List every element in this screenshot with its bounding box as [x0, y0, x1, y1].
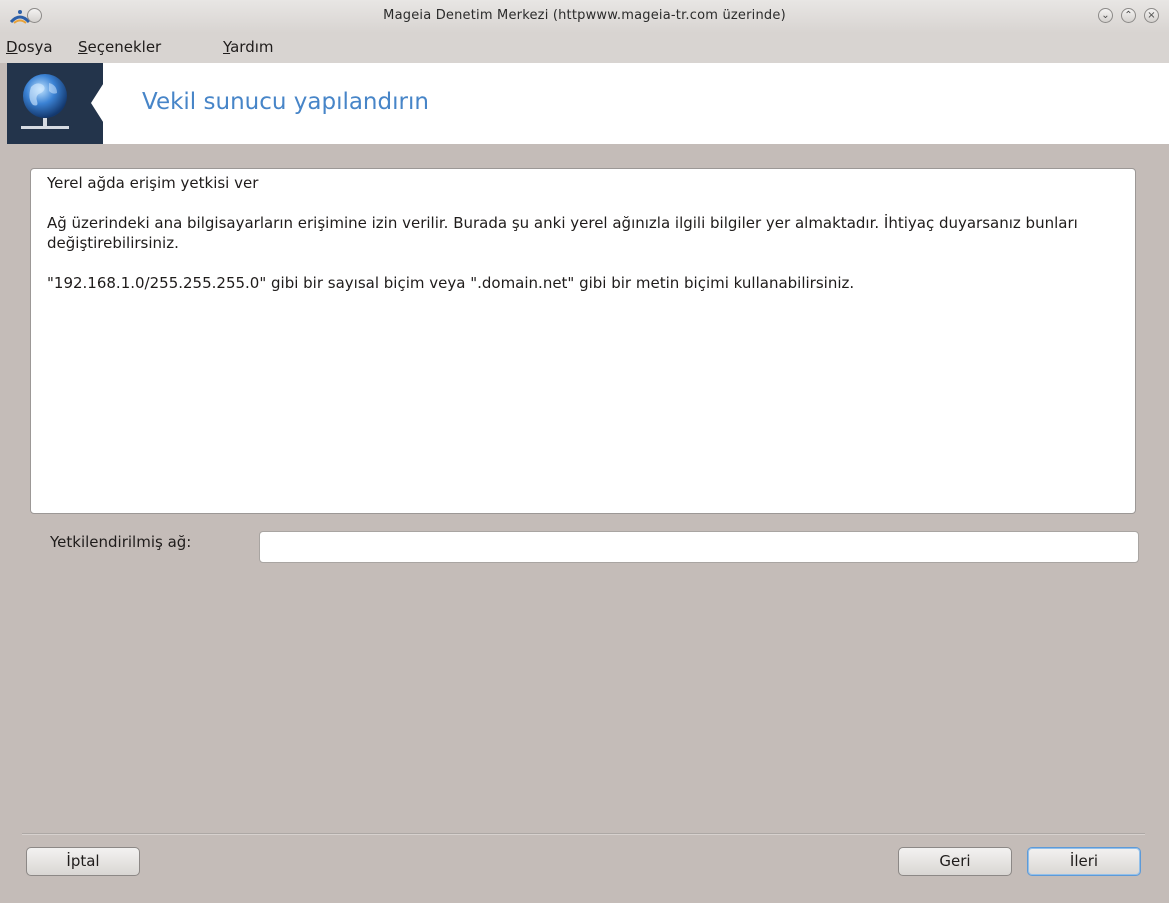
description-paragraph-2: "192.168.1.0/255.255.255.0" gibi bir say…: [47, 274, 855, 292]
menubar: Dosya Seçenekler Yardım: [0, 33, 1169, 63]
back-button[interactable]: Geri: [898, 847, 1012, 876]
page-header: Vekil sunucu yapılandırın: [7, 63, 1169, 144]
window-titlebar: Mageia Denetim Merkezi (httpwww.mageia-t…: [0, 0, 1169, 33]
footer-divider-highlight: [22, 834, 1145, 835]
description-panel: Yerel ağda erişim yetkisi ver Ağ üzerinde…: [30, 168, 1136, 514]
header-logo-block: [7, 63, 103, 144]
cancel-button[interactable]: İptal: [26, 847, 140, 876]
minimize-button[interactable]: ⌄: [1098, 8, 1113, 23]
close-button[interactable]: ×: [1144, 8, 1159, 23]
menu-help[interactable]: Yardım: [223, 38, 274, 56]
menu-options-label: eçenekler: [87, 38, 162, 56]
menu-file[interactable]: Dosya: [6, 38, 53, 56]
maximize-button[interactable]: ⌃: [1121, 8, 1136, 23]
authorized-network-input[interactable]: [259, 531, 1139, 563]
next-button[interactable]: İleri: [1027, 847, 1141, 876]
description-text: Yerel ağda erişim yetkisi ver Ağ üzerinde…: [47, 173, 1127, 293]
header-notch-shape: [103, 63, 133, 144]
menu-file-label: osya: [17, 38, 53, 56]
network-globe-icon: [21, 74, 69, 129]
authorized-network-label: Yetkilendirilmiş ağ:: [50, 533, 192, 551]
description-heading: Yerel ağda erişim yetkisi ver: [47, 174, 259, 192]
menu-options-mnemonic: S: [78, 38, 88, 56]
window-title: Mageia Denetim Merkezi (httpwww.mageia-t…: [383, 8, 786, 23]
header-chevron: [91, 81, 105, 125]
menu-help-label: ardım: [230, 38, 274, 56]
page-title: Vekil sunucu yapılandırın: [142, 89, 429, 115]
menu-options[interactable]: Seçenekler: [78, 38, 161, 56]
menu-file-mnemonic: D: [6, 38, 18, 56]
description-paragraph-1: Ağ üzerindeki ana bilgisayarların erişim…: [47, 214, 1083, 252]
